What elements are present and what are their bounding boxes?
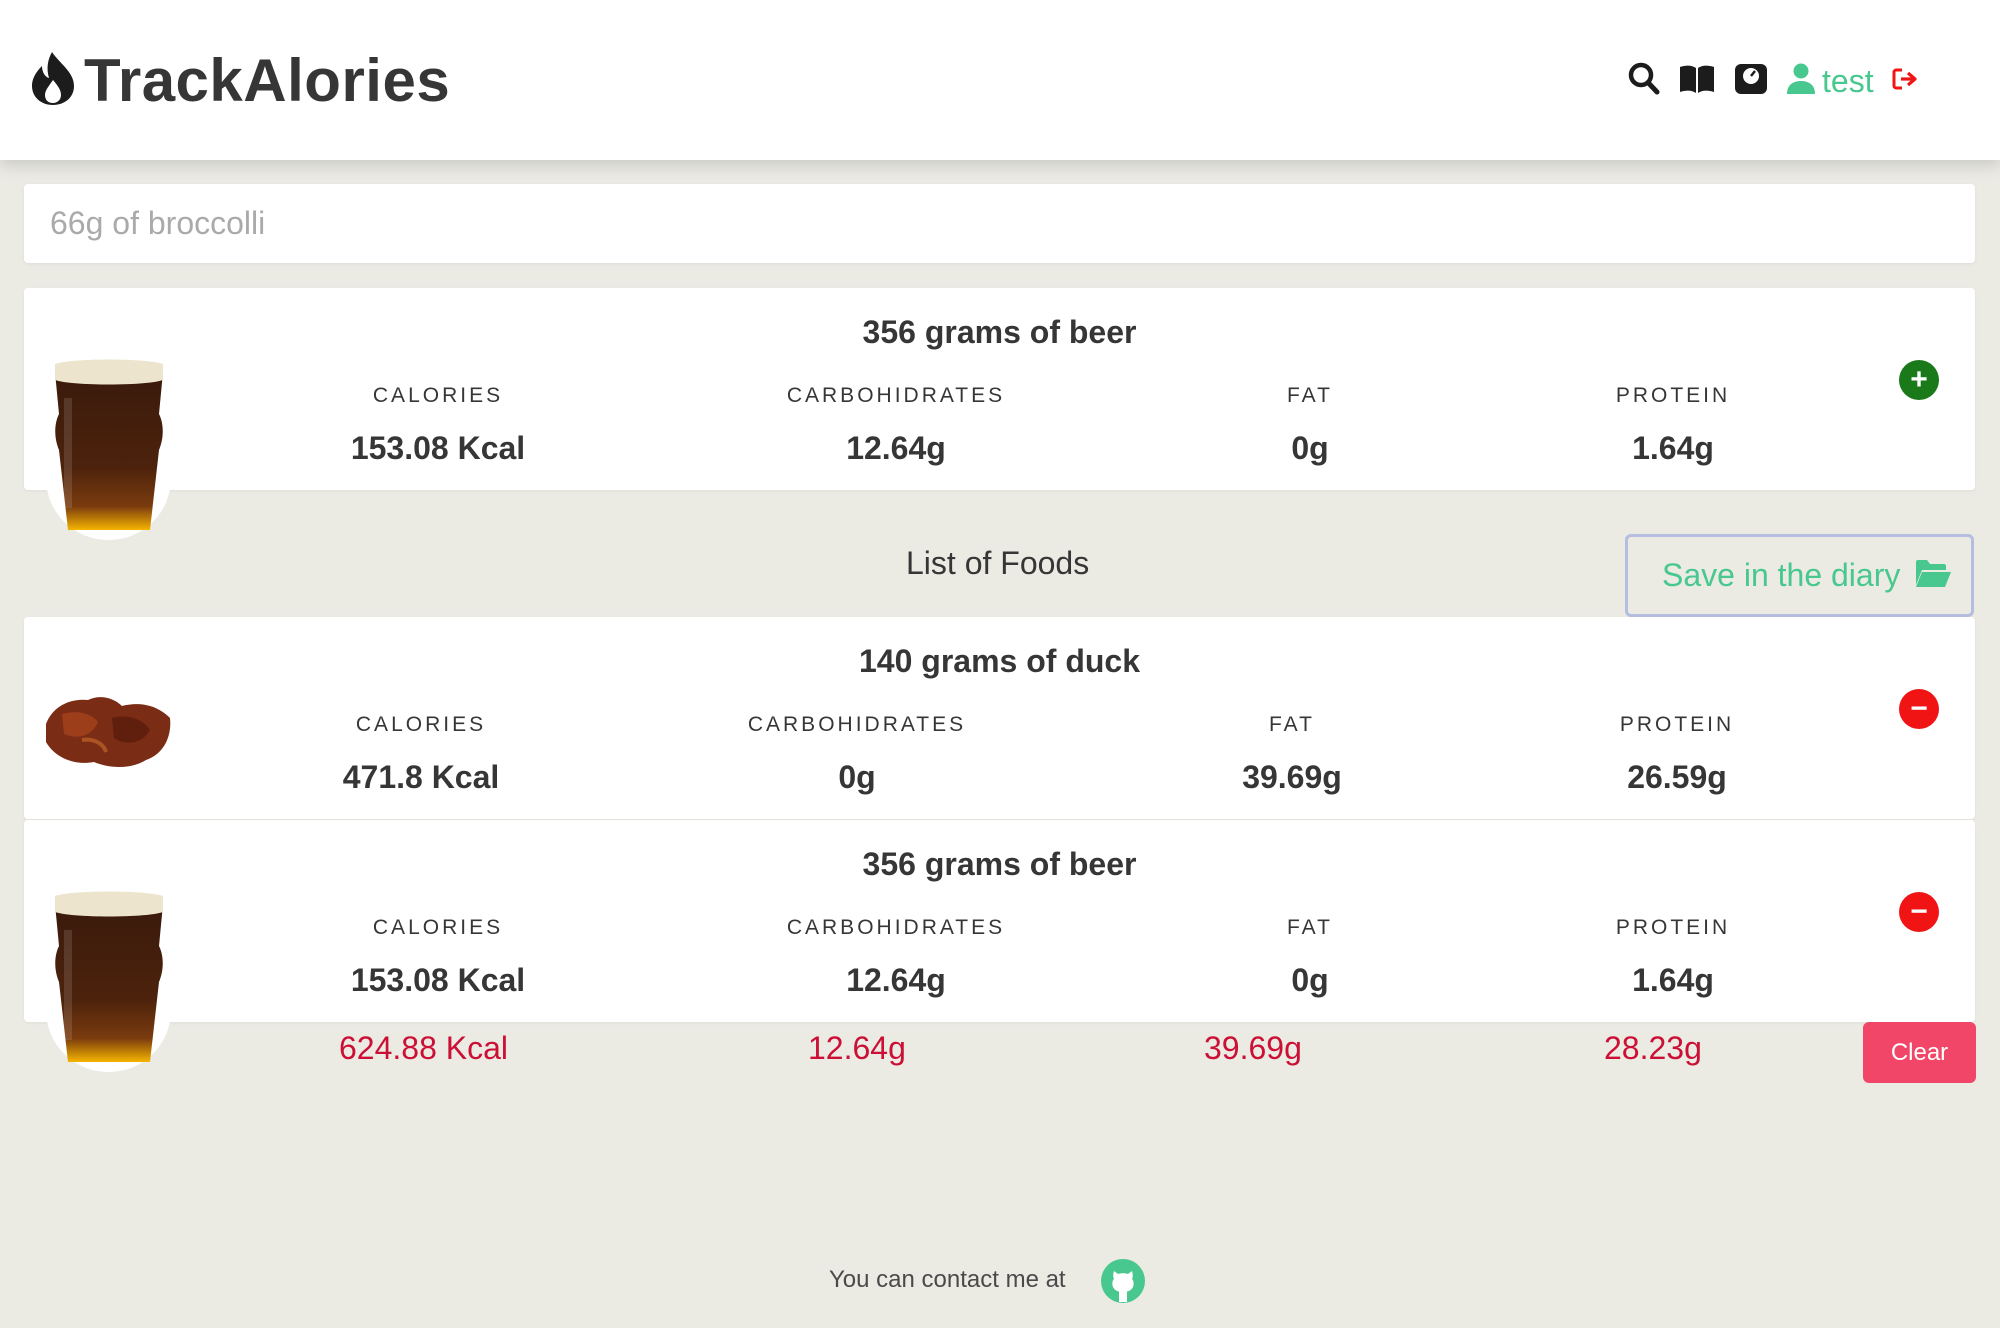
logout-icon[interactable] bbox=[1892, 67, 1920, 96]
calories-value: 471.8 Kcal bbox=[342, 759, 500, 795]
total-calories: 624.88 Kcal bbox=[339, 1030, 509, 1066]
calories-stat: CALORIES 153.08 Kcal bbox=[308, 384, 568, 467]
github-icon[interactable] bbox=[1100, 1258, 1146, 1309]
carbs-stat: CARBOHIDRATES 12.64g bbox=[766, 916, 1026, 999]
save-diary-button[interactable]: Save in the diary bbox=[1625, 534, 1974, 617]
calories-label: CALORIES bbox=[372, 384, 504, 407]
fat-value: 0g bbox=[1291, 962, 1329, 998]
remove-food-button[interactable]: − bbox=[1899, 689, 1939, 729]
calories-value: 153.08 Kcal bbox=[350, 962, 526, 998]
protein-value: 1.64g bbox=[1632, 430, 1714, 466]
preview-food-card: 356 grams of beer CALORIES 153.08 Kcal C… bbox=[24, 288, 1975, 490]
save-diary-label: Save in the diary bbox=[1662, 557, 1901, 593]
fat-stat: FAT 39.69g bbox=[1162, 713, 1422, 796]
user-name[interactable]: test bbox=[1822, 63, 1874, 100]
carbs-label: CARBOHIDRATES bbox=[747, 713, 967, 736]
fat-label: FAT bbox=[1287, 384, 1333, 407]
protein-stat: PROTEIN 1.64g bbox=[1543, 384, 1803, 467]
protein-label: PROTEIN bbox=[1615, 384, 1731, 407]
duck-image bbox=[42, 690, 174, 777]
food-list-item: 140 grams of duck CALORIES 471.8 Kcal CA… bbox=[24, 617, 1975, 819]
carbs-value: 12.64g bbox=[846, 430, 946, 466]
protein-value: 26.59g bbox=[1627, 759, 1727, 795]
protein-label: PROTEIN bbox=[1615, 916, 1731, 939]
calories-label: CALORIES bbox=[355, 713, 487, 736]
fat-value: 0g bbox=[1291, 430, 1329, 466]
protein-label: PROTEIN bbox=[1619, 713, 1735, 736]
add-food-button[interactable]: + bbox=[1899, 360, 1939, 400]
calories-stat: CALORIES 153.08 Kcal bbox=[308, 916, 568, 999]
book-icon[interactable] bbox=[1678, 64, 1716, 99]
carbs-label: CARBOHIDRATES bbox=[786, 384, 1006, 407]
carbs-stat: CARBOHIDRATES 12.64g bbox=[766, 384, 1026, 467]
food-search-input[interactable] bbox=[24, 184, 1950, 263]
carbs-stat: CARBOHIDRATES 0g bbox=[727, 713, 987, 796]
protein-stat: PROTEIN 26.59g bbox=[1547, 713, 1807, 796]
food-title: 356 grams of beer bbox=[862, 846, 1137, 882]
navbar: TrackAlories test bbox=[0, 0, 2000, 160]
folder-open-icon bbox=[1914, 558, 1952, 593]
calories-stat: CALORIES 471.8 Kcal bbox=[291, 713, 551, 796]
fire-icon bbox=[30, 50, 76, 111]
clear-button[interactable]: Clear bbox=[1863, 1022, 1976, 1083]
fat-value: 39.69g bbox=[1242, 759, 1342, 795]
brand[interactable]: TrackAlories bbox=[30, 46, 450, 115]
carbs-value: 0g bbox=[838, 759, 876, 795]
calories-label: CALORIES bbox=[372, 916, 504, 939]
search-icon[interactable] bbox=[1628, 62, 1660, 101]
list-title: List of Foods bbox=[906, 545, 1090, 581]
total-carbs: 12.64g bbox=[808, 1030, 906, 1066]
total-protein: 28.23g bbox=[1604, 1030, 1702, 1066]
food-title: 140 grams of duck bbox=[859, 643, 1140, 679]
fat-label: FAT bbox=[1287, 916, 1333, 939]
fat-stat: FAT 0g bbox=[1180, 916, 1440, 999]
food-list-item: 356 grams of beer CALORIES 153.08 Kcal C… bbox=[24, 820, 1975, 1022]
search-box bbox=[24, 184, 1975, 263]
brand-title: TrackAlories bbox=[84, 47, 451, 114]
total-fat: 39.69g bbox=[1204, 1030, 1302, 1066]
user-icon[interactable] bbox=[1786, 63, 1816, 100]
beer-image bbox=[52, 890, 166, 1073]
fat-label: FAT bbox=[1269, 713, 1315, 736]
calories-value: 153.08 Kcal bbox=[350, 430, 526, 466]
nav-right: test bbox=[1628, 62, 1920, 101]
carbs-value: 12.64g bbox=[846, 962, 946, 998]
scale-icon[interactable] bbox=[1734, 63, 1768, 100]
carbs-label: CARBOHIDRATES bbox=[786, 916, 1006, 939]
food-title: 356 grams of beer bbox=[862, 314, 1137, 350]
beer-image bbox=[52, 358, 166, 541]
remove-food-button[interactable]: − bbox=[1899, 892, 1939, 932]
fat-stat: FAT 0g bbox=[1180, 384, 1440, 467]
footer-text: You can contact me at bbox=[829, 1266, 1066, 1293]
protein-stat: PROTEIN 1.64g bbox=[1543, 916, 1803, 999]
protein-value: 1.64g bbox=[1632, 962, 1714, 998]
